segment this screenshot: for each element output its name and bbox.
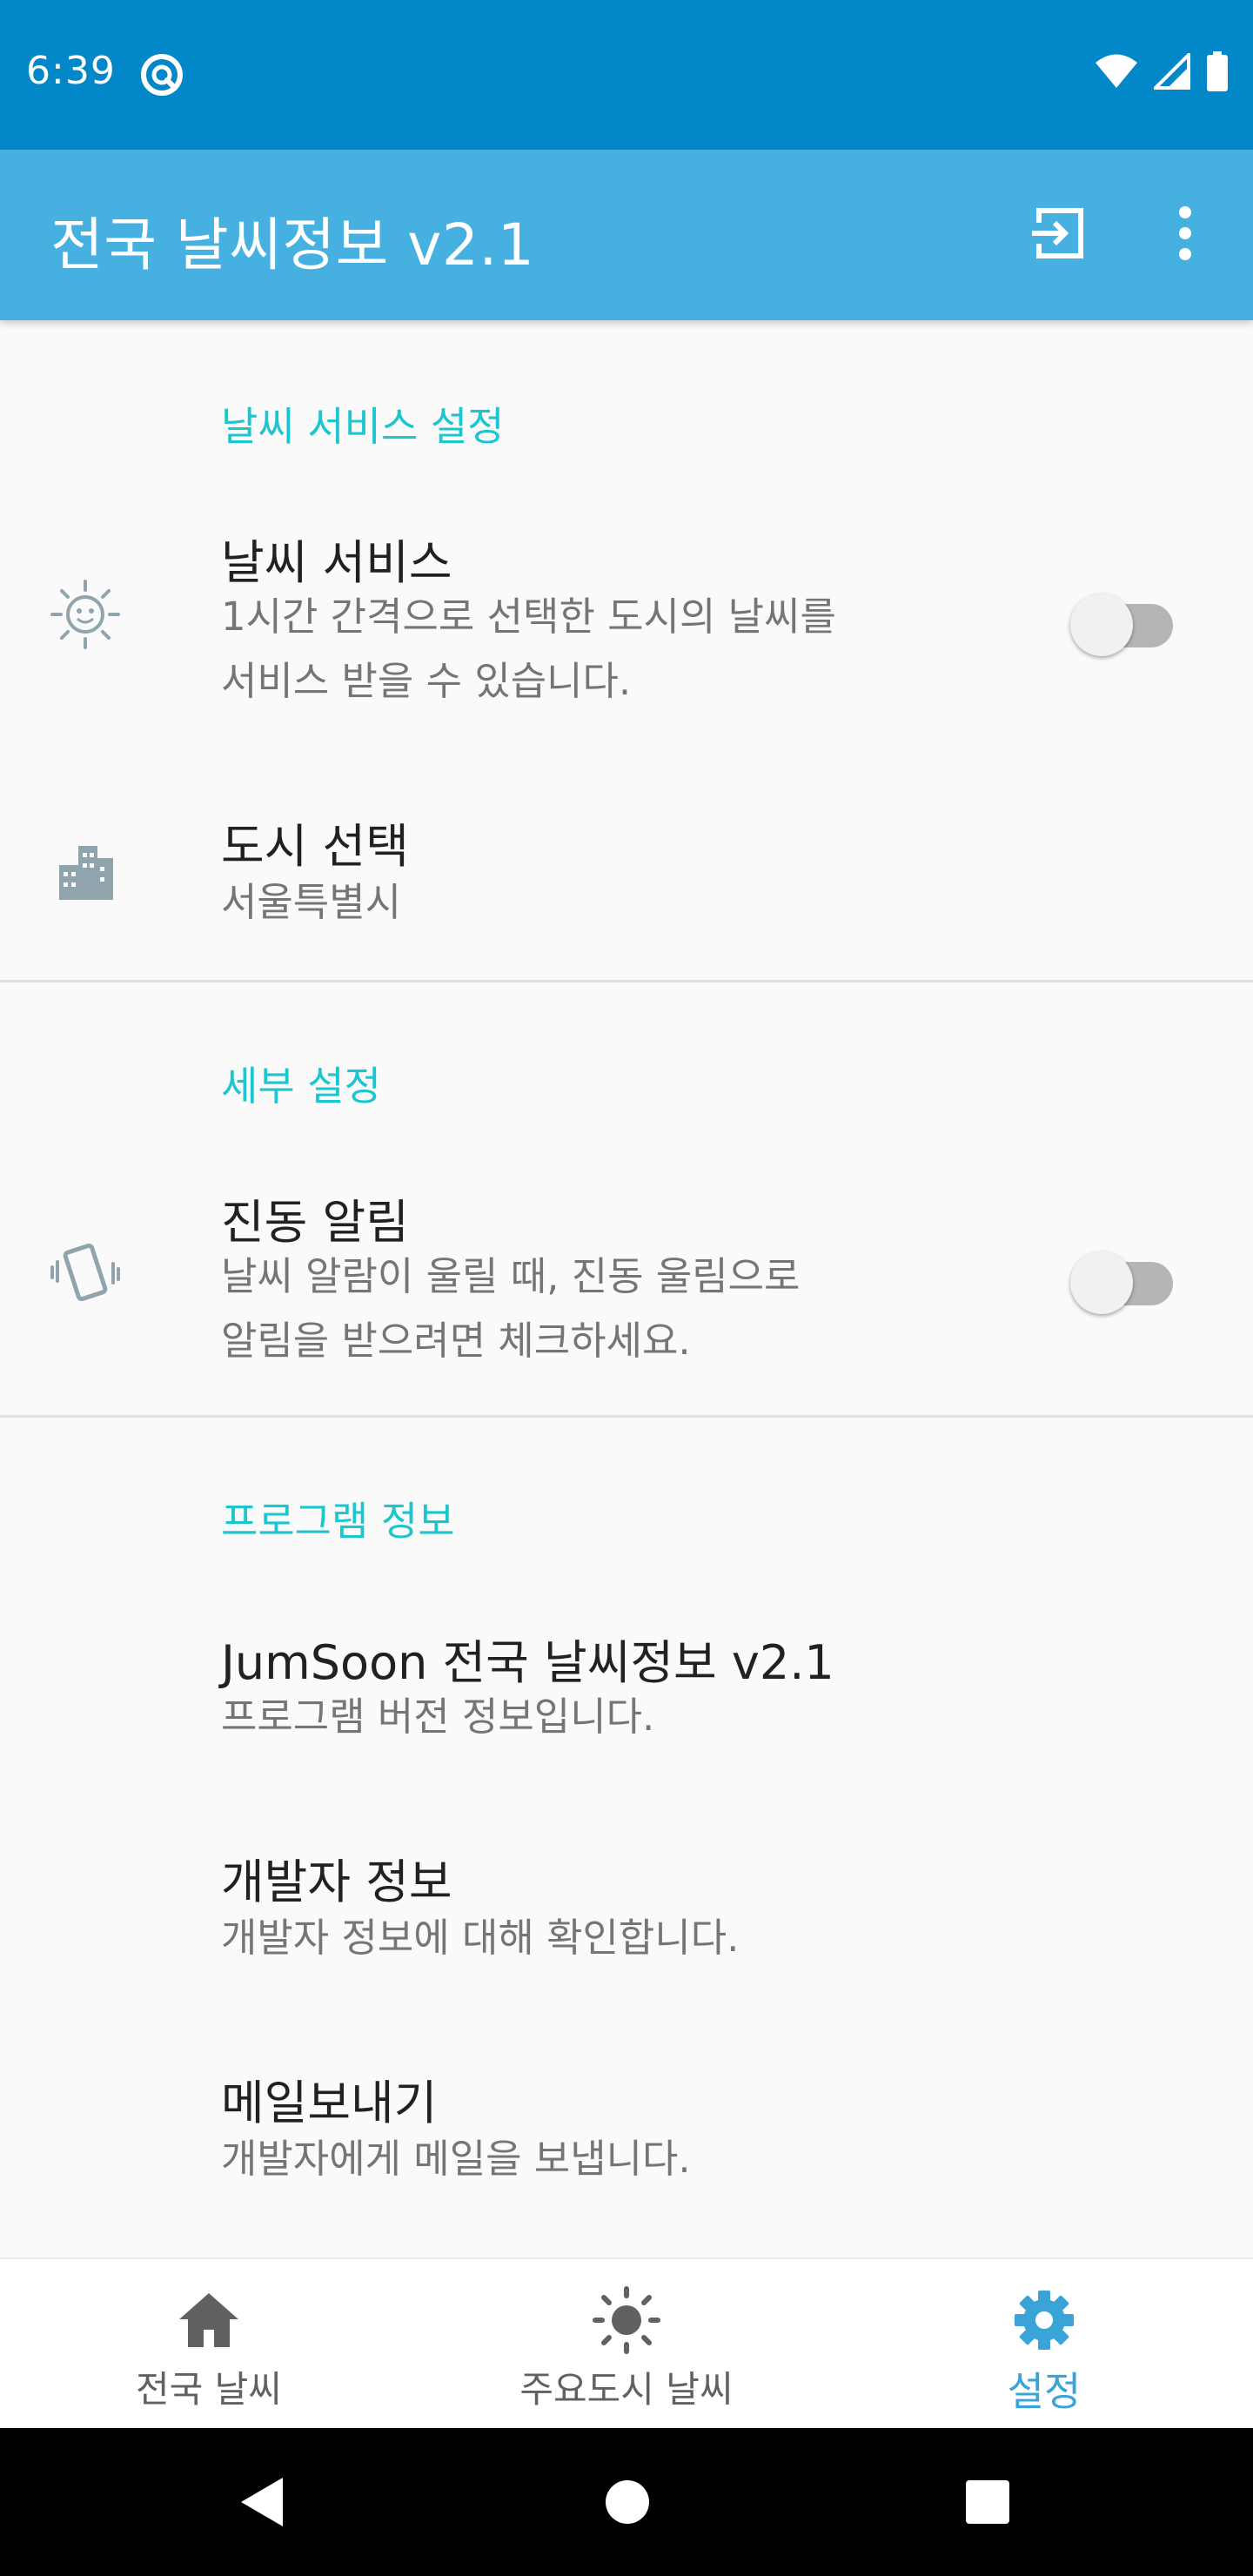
section-header-detail: 세부 설정	[221, 1063, 381, 1110]
signal-icon	[1151, 50, 1190, 93]
city-buildings-icon	[42, 825, 129, 912]
switch-thumb	[1070, 1251, 1133, 1314]
switch-thumb	[1070, 594, 1133, 656]
system-navigation-bar	[0, 2428, 1253, 2576]
pref-title: 개발자 정보	[221, 1855, 452, 1909]
nav-item-major-cities-weather[interactable]: 주요도시 날씨	[418, 2259, 835, 2428]
settings-list: 날씨 서비스 설정 날씨 서비스 1시간 간격으로 선택한 도시의 날씨를 서비…	[0, 320, 1253, 2257]
back-icon	[238, 2476, 286, 2532]
pref-summary: 개발자 정보에 대해 확인합니다.	[221, 1915, 740, 1961]
recents-button[interactable]	[948, 2465, 1027, 2543]
vibration-switch[interactable]	[1070, 1239, 1173, 1314]
weather-service-switch[interactable]	[1070, 581, 1173, 656]
recents-icon	[965, 2479, 1010, 2528]
pref-summary-line1: 날씨 알람이 울릴 때, 진동 울림으로	[221, 1253, 801, 1299]
pref-summary-line1: 1시간 간격으로 선택한 도시의 날씨를	[221, 594, 836, 640]
home-button[interactable]	[588, 2465, 667, 2543]
home-icon	[174, 2285, 244, 2355]
status-time: 6:39	[26, 49, 116, 93]
section-divider	[0, 980, 1253, 983]
back-button[interactable]	[223, 2465, 301, 2543]
vibrate-phone-icon	[42, 1229, 129, 1316]
pref-summary-line2: 알림을 받으려면 체크하세요.	[221, 1318, 691, 1364]
pref-summary: 개발자에게 메일을 보냅니다.	[221, 2136, 691, 2182]
sun-icon	[592, 2285, 661, 2355]
import-icon	[1027, 202, 1089, 268]
app-title: 전국 날씨정보 v2.1	[50, 211, 535, 278]
import-button[interactable]	[1009, 186, 1107, 284]
pref-title: 날씨 서비스	[221, 535, 452, 590]
bottom-navigation: 전국 날씨 주요도시 날씨 설정	[0, 2257, 1253, 2428]
pref-title: 메일보내기	[221, 2076, 438, 2130]
battery-icon	[1206, 51, 1229, 95]
more-vert-icon	[1176, 205, 1194, 265]
pref-summary: 서울특별시	[221, 879, 402, 925]
nav-label: 주요도시 날씨	[519, 2368, 734, 2411]
pref-summary-line2: 서비스 받을 수 있습니다.	[221, 658, 632, 704]
section-divider	[0, 1415, 1253, 1418]
nav-item-settings[interactable]: 설정	[835, 2259, 1253, 2428]
app-bar: 전국 날씨정보 v2.1	[0, 150, 1253, 320]
pref-summary: 프로그램 버전 정보입니다.	[221, 1694, 655, 1740]
sun-face-icon	[42, 571, 129, 658]
pref-title: JumSoon 전국 날씨정보 v2.1	[221, 1635, 834, 1690]
status-bar: 6:39	[0, 0, 1253, 150]
section-header-program-info: 프로그램 정보	[221, 1498, 455, 1545]
more-options-button[interactable]	[1136, 186, 1234, 284]
nav-label: 설정	[1007, 2368, 1082, 2415]
section-header-weather-service: 날씨 서비스 설정	[221, 403, 505, 450]
status-icons	[1095, 49, 1229, 97]
home-circle-icon	[604, 2479, 651, 2529]
gear-icon	[1009, 2285, 1079, 2355]
app-notification-icon	[139, 52, 184, 97]
nav-label: 전국 날씨	[136, 2368, 282, 2411]
pref-title: 진동 알림	[221, 1195, 409, 1250]
nav-item-national-weather[interactable]: 전국 날씨	[0, 2259, 418, 2428]
pref-title: 도시 선택	[221, 819, 409, 874]
wifi-icon	[1095, 53, 1138, 93]
